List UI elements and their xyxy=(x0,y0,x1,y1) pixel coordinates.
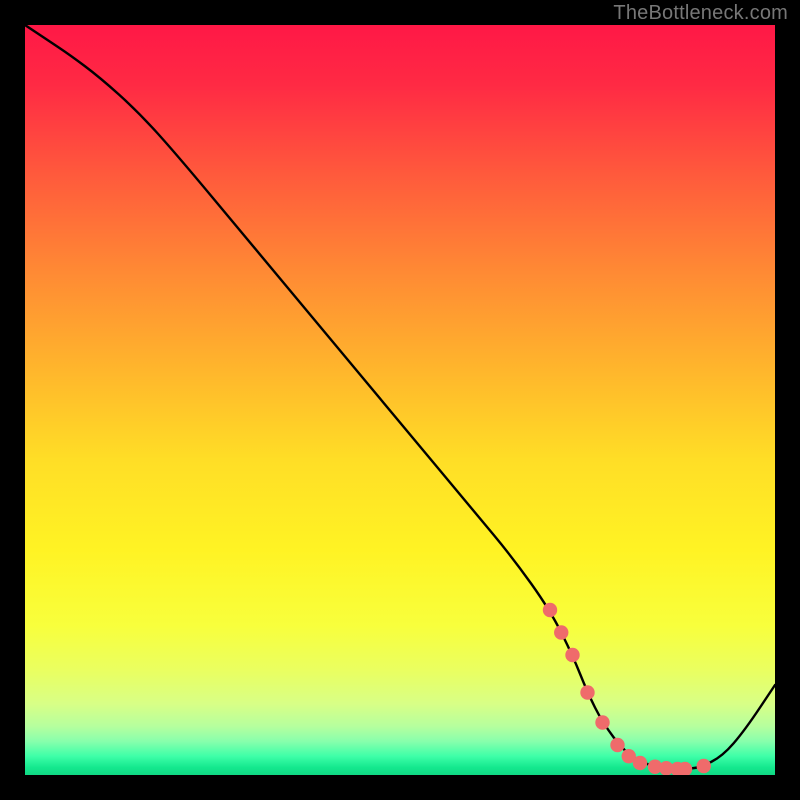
highlight-dot xyxy=(633,756,647,770)
watermark-text: TheBottleneck.com xyxy=(613,2,788,25)
plot-svg xyxy=(25,25,775,775)
gradient-rect xyxy=(25,25,775,775)
highlight-dot xyxy=(554,625,568,639)
highlight-dot xyxy=(595,715,609,729)
highlight-dot xyxy=(580,685,594,699)
plot-area xyxy=(25,25,775,775)
highlight-dot xyxy=(610,738,624,752)
chart-frame: TheBottleneck.com xyxy=(0,0,800,800)
highlight-dot xyxy=(543,603,557,617)
highlight-dot xyxy=(565,648,579,662)
highlight-dot xyxy=(697,759,711,773)
